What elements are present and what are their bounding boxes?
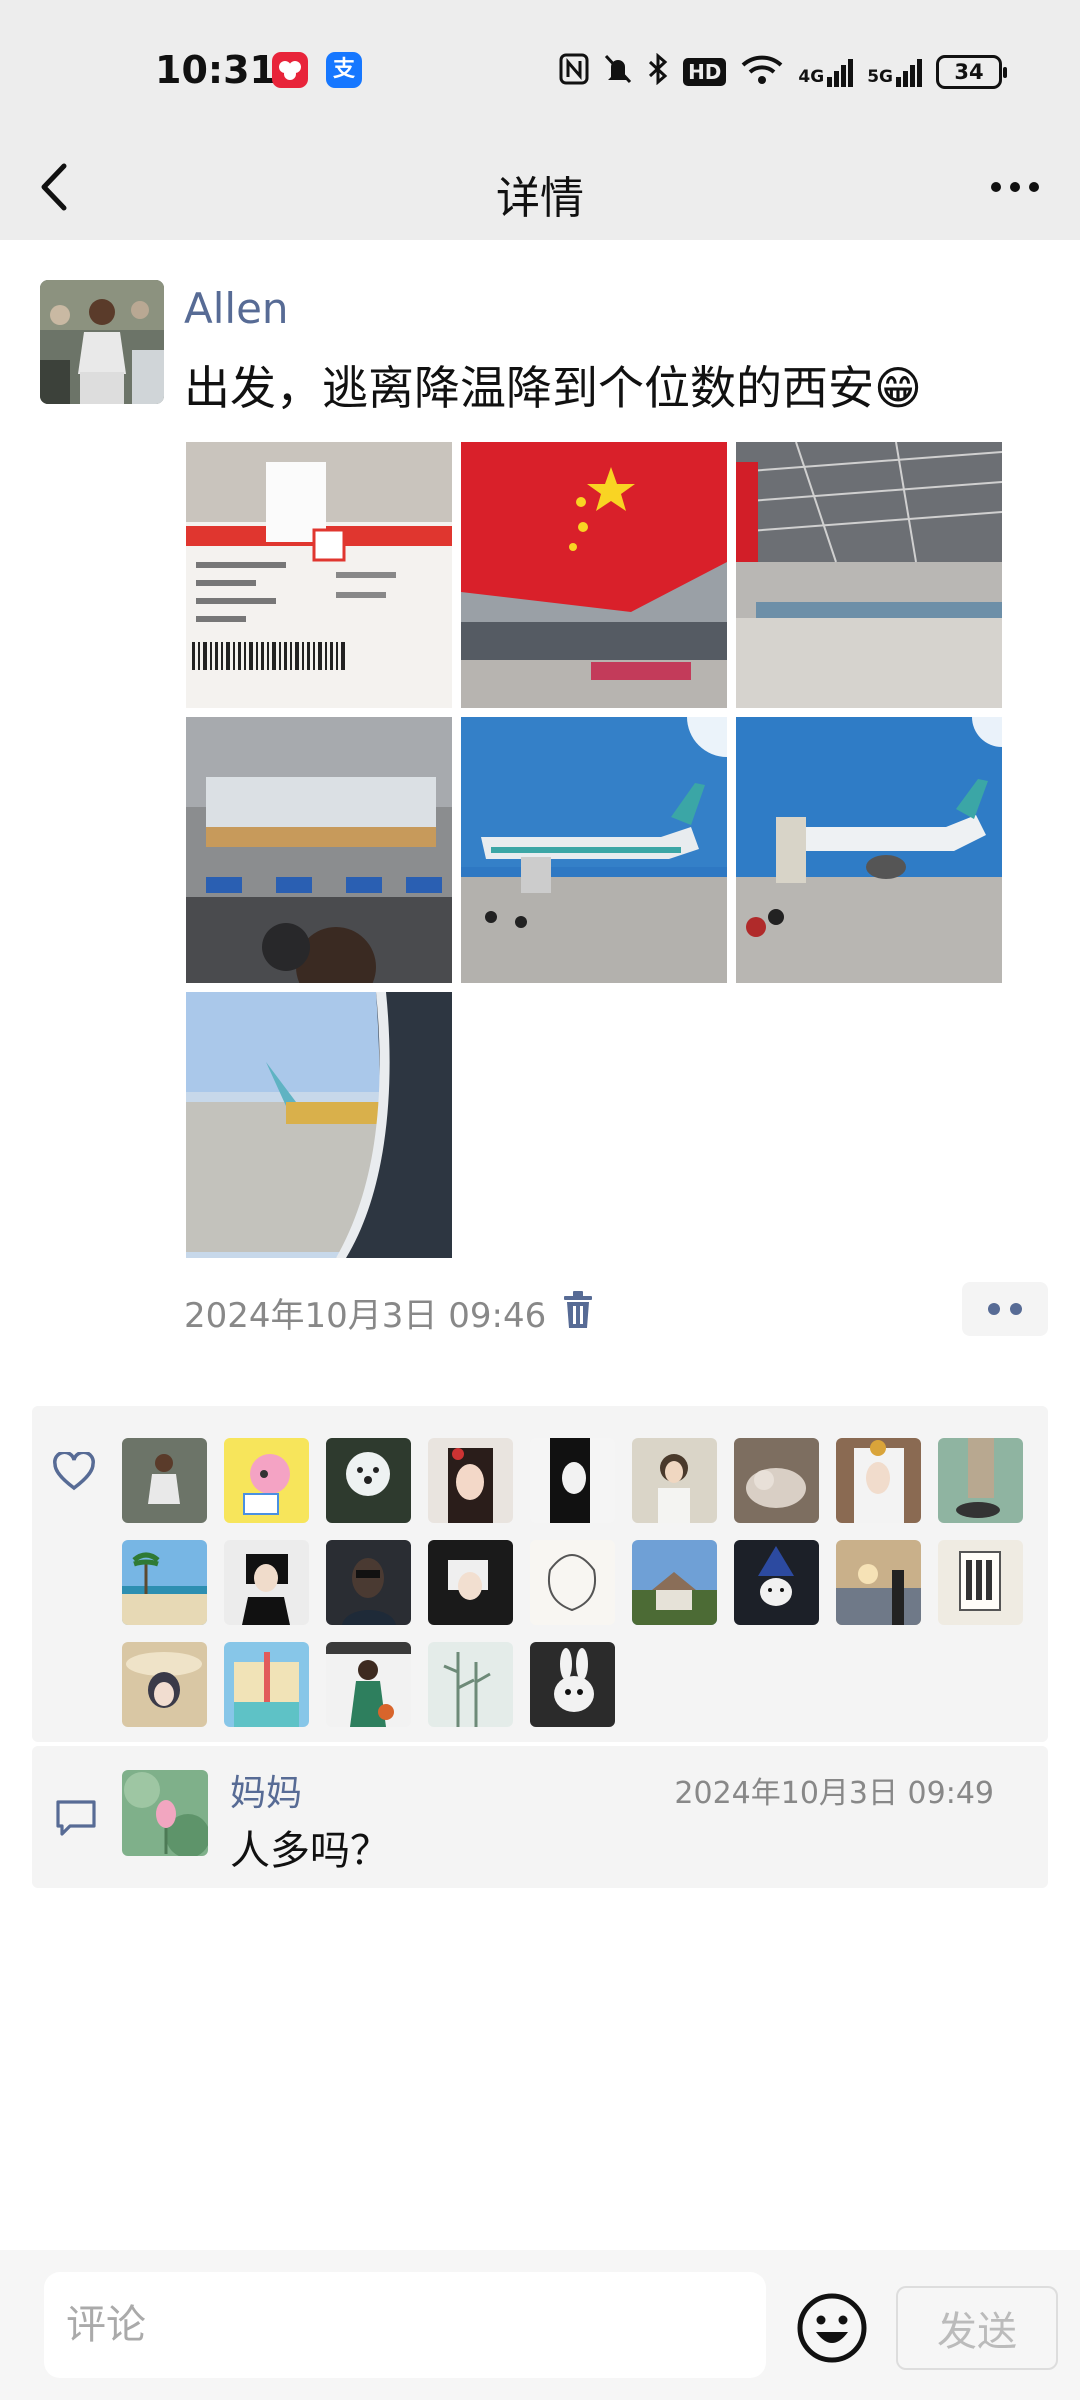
page-title: 详情 xyxy=(496,173,584,224)
liker-avatar[interactable] xyxy=(632,1438,717,1523)
liker-avatar[interactable] xyxy=(428,1642,513,1727)
nfc-icon xyxy=(559,53,589,92)
like-comment-menu-button[interactable] xyxy=(962,1282,1048,1336)
trash-icon xyxy=(564,1291,592,1328)
5g-label: 5G xyxy=(867,67,893,87)
comment-time: 2024年10月3日 09:49 xyxy=(674,1776,994,1811)
liker-avatar[interactable] xyxy=(734,1438,819,1523)
more-dot-icon xyxy=(1029,182,1039,192)
comment-input[interactable] xyxy=(44,2272,766,2378)
liker-avatar[interactable] xyxy=(530,1438,615,1523)
comment-bubble-icon xyxy=(56,1800,96,1836)
airplane-tarmac-photo-2[interactable] xyxy=(736,717,1002,983)
liker-avatar[interactable] xyxy=(326,1540,411,1625)
author-avatar[interactable] xyxy=(40,280,164,404)
liker-avatar[interactable] xyxy=(632,1540,717,1625)
liker-avatar[interactable] xyxy=(122,1642,207,1727)
liker-avatar[interactable] xyxy=(224,1540,309,1625)
more-dot-icon xyxy=(991,182,1001,192)
status-time: 10:31 xyxy=(155,48,276,92)
liker-avatar[interactable] xyxy=(326,1438,411,1523)
liker-avatar[interactable] xyxy=(122,1438,207,1523)
menu-dot-icon xyxy=(988,1303,1000,1315)
nav-bar: 详情 xyxy=(0,140,1080,240)
likes-panel xyxy=(32,1406,1048,1742)
post-text: 出发，逃离降温降到个位数的西安😁 xyxy=(184,361,922,415)
liker-avatar[interactable] xyxy=(428,1438,513,1523)
liker-avatar[interactable] xyxy=(836,1438,921,1523)
comments-panel: 妈妈 2024年10月3日 09:49 人多吗？ xyxy=(32,1746,1048,1888)
battery-indicator: 34 xyxy=(936,55,1007,89)
comment-text[interactable]: 人多吗？ xyxy=(230,1818,390,1876)
liker-avatar[interactable] xyxy=(122,1540,207,1625)
hearts-app-icon xyxy=(272,52,308,88)
post-author[interactable]: Allen xyxy=(184,284,289,333)
photo-grid xyxy=(186,442,1004,1258)
liker-avatar[interactable] xyxy=(530,1642,615,1727)
bluetooth-icon xyxy=(647,52,669,92)
smiley-icon xyxy=(797,2293,867,2363)
alipay-app-icon: 支 xyxy=(326,52,362,88)
liker-avatar[interactable] xyxy=(224,1642,309,1727)
send-button[interactable]: 发送 xyxy=(896,2286,1058,2370)
liker-avatar[interactable] xyxy=(938,1540,1023,1625)
emoji-button[interactable] xyxy=(796,2292,868,2364)
post-timestamp: 2024年10月3日 09:46 xyxy=(184,1296,547,1336)
comment-author[interactable]: 妈妈 xyxy=(230,1764,302,1816)
hd-label: HD xyxy=(683,58,727,86)
liker-avatar[interactable] xyxy=(428,1540,513,1625)
liker-avatar[interactable] xyxy=(734,1540,819,1625)
comment-composer: 发送 xyxy=(0,2250,1080,2400)
liker-avatar[interactable] xyxy=(224,1438,309,1523)
liker-avatar[interactable] xyxy=(530,1540,615,1625)
airplane-window-photo[interactable] xyxy=(186,992,452,1258)
boarding-pass-photo[interactable] xyxy=(186,442,452,708)
hd-icon: HD xyxy=(683,58,727,86)
status-bar: 10:31 支 HD 4G 5G 34 xyxy=(0,0,1080,140)
terminal-hall-photo[interactable] xyxy=(736,442,1002,708)
4g-signal-icon: 4G xyxy=(798,57,854,87)
flag-terminal-photo[interactable] xyxy=(461,442,727,708)
wifi-icon xyxy=(740,53,784,92)
more-dot-icon xyxy=(1010,182,1020,192)
airplane-tarmac-photo-1[interactable] xyxy=(461,717,727,983)
menu-dot-icon xyxy=(1010,1303,1022,1315)
heart-icon xyxy=(53,1452,95,1491)
liker-avatar[interactable] xyxy=(326,1642,411,1727)
liker-avatars xyxy=(122,1438,1023,1727)
liker-avatar[interactable] xyxy=(836,1540,921,1625)
4g-label: 4G xyxy=(798,67,825,87)
liker-avatar[interactable] xyxy=(938,1438,1023,1523)
check-in-hall-photo[interactable] xyxy=(186,717,452,983)
more-options-button[interactable] xyxy=(980,154,1050,220)
mute-icon xyxy=(603,53,633,92)
commenter-avatar[interactable] xyxy=(122,1770,208,1856)
5g-signal-icon: 5G xyxy=(867,57,922,87)
delete-button[interactable] xyxy=(560,1290,596,1330)
